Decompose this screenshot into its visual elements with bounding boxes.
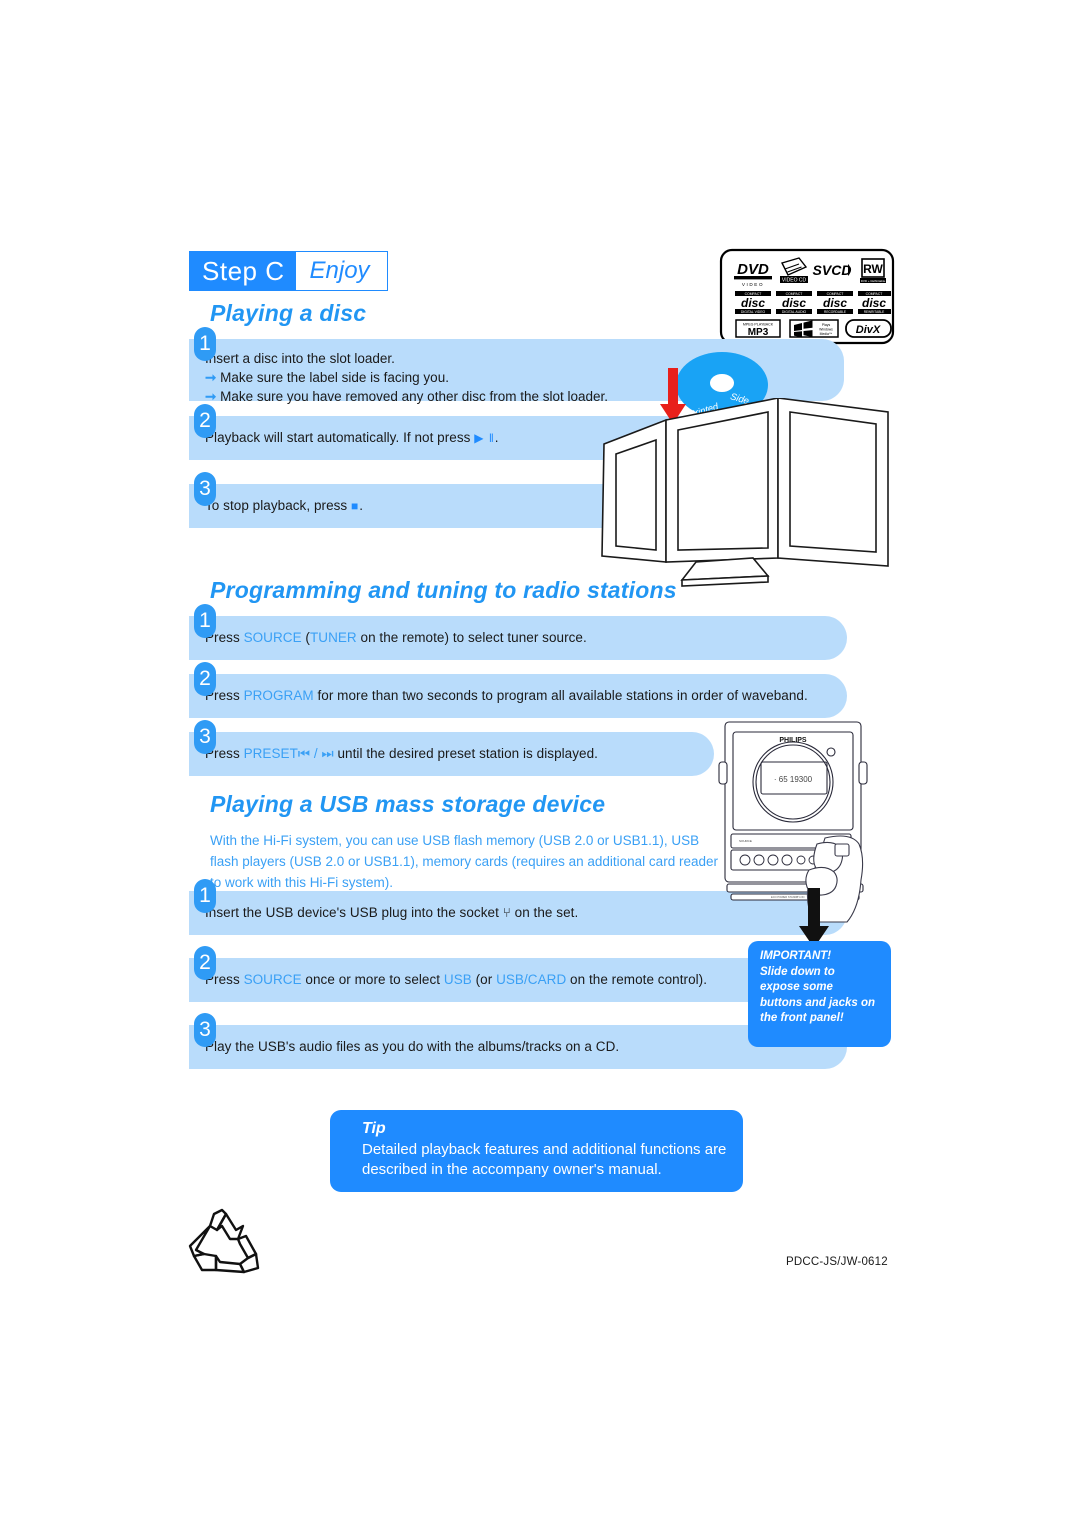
- svg-text:disc: disc: [823, 296, 847, 310]
- usb-step-3-number: 3: [194, 1013, 216, 1047]
- svg-text:MPEG PLAYBACK: MPEG PLAYBACK: [743, 323, 774, 327]
- disc-step-3-number: 3: [194, 472, 216, 506]
- step-header: Step C Enjoy: [189, 251, 388, 291]
- section-title-playing-a-disc: Playing a disc: [210, 300, 367, 326]
- svg-text:RECORDABLE: RECORDABLE: [824, 310, 846, 314]
- svg-text:VIDEO CD: VIDEO CD: [782, 278, 807, 284]
- important-line-3: expose some: [760, 981, 833, 993]
- usb-step-2-number: 2: [194, 946, 216, 980]
- svg-text:Printed: Printed: [672, 348, 704, 351]
- logo-rw: RW DVD + ReWritable: [860, 258, 886, 283]
- important-line-4: buttons and jacks on: [760, 996, 876, 1009]
- step-header-mode: Enjoy: [295, 252, 387, 290]
- radio-step-3-text: Press PRESET⏮ / ⏭ until the desired pres…: [205, 746, 598, 761]
- footer-document-code: PDCC-JS/JW-0612: [786, 1256, 888, 1268]
- important-line-5: the front panel!: [760, 1012, 844, 1024]
- svg-text:RW: RW: [863, 262, 883, 276]
- radio-step-2-text: Press PROGRAM for more than two seconds …: [205, 688, 808, 703]
- arrow-right-icon: ➞: [205, 389, 217, 404]
- svg-text:DVD: DVD: [737, 261, 769, 278]
- disc-step-3-text: To stop playback, press ■.: [205, 498, 364, 513]
- svg-text:SOURCE: SOURCE: [739, 839, 752, 843]
- svg-text:VIDEO: VIDEO: [742, 282, 764, 287]
- radio-step-1: 1 Press SOURCE (TUNER on the remote) to …: [189, 604, 847, 660]
- usb-step-3-text: Play the USB's audio files as you do wit…: [205, 1039, 620, 1054]
- radio-step-1-text: Press SOURCE (TUNER on the remote) to se…: [205, 630, 587, 645]
- important-line-2: Slide down to: [760, 965, 835, 978]
- disc-step-1-number: 1: [194, 327, 216, 361]
- disc-step-1-text: Insert a disc into the slot loader. ➞ Ma…: [205, 349, 608, 406]
- svg-text:SVCD: SVCD: [813, 262, 852, 278]
- disc-step-2-text: Playback will start automatically. If no…: [205, 430, 499, 445]
- radio-step-2-number: 2: [194, 662, 216, 696]
- brand-label: PHILIPS: [779, 737, 807, 744]
- disc-step-1-line-3: ➞ Make sure you have removed any other d…: [205, 389, 609, 404]
- disc-step-1-line-2: ➞ Make sure the label side is facing you…: [205, 370, 449, 385]
- svg-text:DIGITAL AUDIO: DIGITAL AUDIO: [782, 310, 807, 314]
- disc-step-1-line-1: Insert a disc into the slot loader.: [205, 351, 395, 366]
- svg-text:REWRITABLE: REWRITABLE: [864, 310, 884, 314]
- tip-body: Detailed playback features and additiona…: [362, 1141, 727, 1178]
- svg-text:disc: disc: [862, 296, 886, 310]
- important-callout: IMPORTANT! Slide down to expose some but…: [748, 941, 891, 1047]
- svg-text:DIGITAL VIDEO: DIGITAL VIDEO: [741, 310, 766, 314]
- svg-text:disc: disc: [741, 296, 765, 310]
- svg-text:disc: disc: [782, 296, 806, 310]
- tip-title: Tip: [362, 1120, 386, 1137]
- svg-text:DVD + ReWritable: DVD + ReWritable: [861, 279, 886, 283]
- logo-svcd: SVCD: [813, 262, 852, 278]
- recycle-icon: [186, 1208, 266, 1280]
- play-pause-icon: ▶ ‖: [474, 431, 495, 445]
- step-header-label: Step C: [190, 252, 296, 290]
- tip-callout: Tip Detailed playback features and addit…: [330, 1110, 743, 1192]
- display-readout: · 65 19300: [774, 775, 813, 784]
- radio-step-3: 3 Press PRESET⏮ / ⏭ until the desired pr…: [189, 720, 714, 776]
- usb-step-1-number: 1: [194, 879, 216, 913]
- section-title-radio-stations: Programming and tuning to radio stations: [210, 577, 677, 603]
- hifi-system-illustration: [578, 397, 916, 590]
- section-title-usb-device: Playing a USB mass storage device: [210, 791, 606, 817]
- arrow-right-icon: ➞: [205, 370, 217, 385]
- svg-text:DivX: DivX: [856, 324, 881, 336]
- important-line-1: IMPORTANT!: [760, 950, 832, 962]
- usb-step-2-text: Press SOURCE once or more to select USB …: [205, 972, 708, 987]
- radio-step-3-number: 3: [194, 720, 216, 754]
- radio-step-2: 2 Press PROGRAM for more than two second…: [189, 662, 847, 718]
- disc-step-2-number: 2: [194, 404, 216, 438]
- document-page: Step C Enjoy DVD VIDEO VIDEO CD SVCD RW …: [0, 0, 1080, 1527]
- radio-step-1-number: 1: [194, 604, 216, 638]
- usb-step-1-text: Insert the USB device's USB plug into th…: [205, 905, 579, 920]
